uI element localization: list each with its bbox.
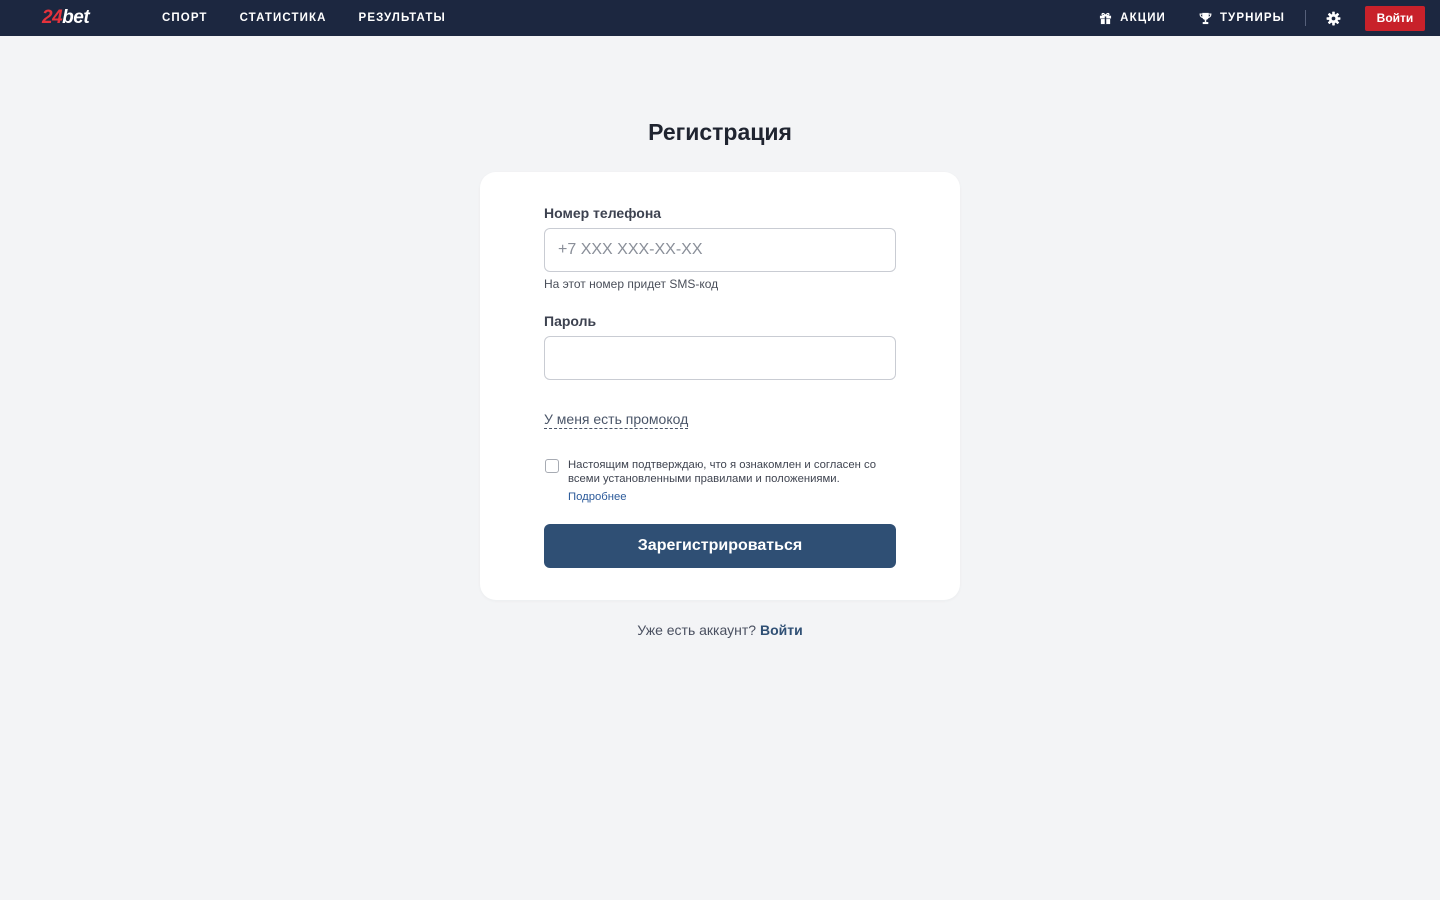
header-login-button[interactable]: Войти bbox=[1365, 5, 1425, 31]
promotions-label: АКЦИИ bbox=[1120, 12, 1166, 24]
registration-card: Номер телефона На этот номер придет SMS-… bbox=[480, 172, 960, 600]
page-title: Регистрация bbox=[648, 119, 792, 145]
logo-number: 24 bbox=[42, 7, 63, 28]
login-prompt: Уже есть аккаунт? Войти bbox=[0, 620, 1440, 640]
trophy-icon bbox=[1199, 12, 1212, 24]
promotions-link[interactable]: АКЦИИ bbox=[1099, 12, 1166, 25]
password-label: Пароль bbox=[544, 313, 597, 329]
terms-text: Настоящим подтверждаю, что я ознакомлен … bbox=[568, 459, 877, 485]
phone-input[interactable] bbox=[544, 228, 896, 272]
terms-checkbox[interactable] bbox=[545, 459, 559, 473]
gear-icon bbox=[1326, 11, 1341, 25]
nav-link-sport[interactable]: СПОРТ bbox=[162, 12, 208, 24]
brand-logo[interactable]: 24 bet bbox=[42, 6, 90, 30]
top-navbar: 24bet СПОРТ СТАТИСТИКА РЕЗУЛЬТАТЫ АКЦИИ bbox=[0, 0, 1440, 36]
gift-icon bbox=[1100, 12, 1112, 24]
logo-word: bet bbox=[62, 7, 90, 28]
tournaments-label: ТУРНИРЫ bbox=[1219, 12, 1285, 24]
nav-right: АКЦИИ ТУРНИРЫ Войти bbox=[1099, 0, 1425, 36]
nav-link-statistics[interactable]: СТАТИСТИКА bbox=[240, 12, 327, 24]
promo-code-link[interactable]: У меня есть промокод bbox=[544, 410, 689, 429]
register-button[interactable]: Зарегистрироваться bbox=[544, 524, 896, 568]
settings-button[interactable] bbox=[1326, 11, 1341, 26]
tournaments-link[interactable]: ТУРНИРЫ bbox=[1199, 12, 1285, 25]
nav-divider bbox=[1305, 10, 1306, 26]
terms-more-link[interactable]: Подробнее bbox=[568, 490, 627, 504]
login-link[interactable]: Войти bbox=[760, 622, 803, 638]
nav-link-results[interactable]: РЕЗУЛЬТАТЫ bbox=[359, 12, 446, 24]
main-nav: СПОРТ СТАТИСТИКА РЕЗУЛЬТАТЫ bbox=[162, 0, 478, 36]
phone-hint: На этот номер придет SMS-код bbox=[544, 277, 719, 291]
password-input[interactable] bbox=[544, 336, 896, 380]
phone-label: Номер телефона bbox=[544, 205, 662, 221]
login-prompt-question: Уже есть аккаунт? bbox=[637, 622, 757, 638]
